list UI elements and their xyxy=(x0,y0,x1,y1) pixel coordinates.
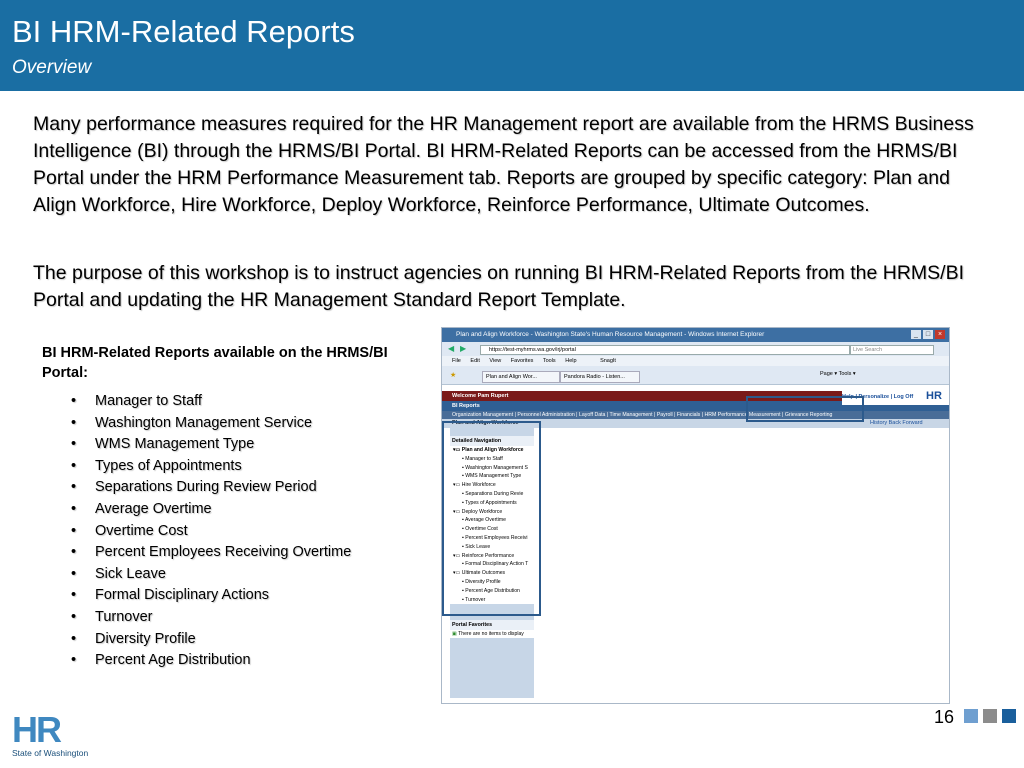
hr-logo-subtitle: State of Washington xyxy=(12,748,89,758)
slide-header: BI HRM-Related Reports Overview xyxy=(0,0,1024,91)
menu-tools[interactable]: Tools xyxy=(543,358,556,364)
hr-logo-footer: HR State of Washington xyxy=(10,712,92,760)
page-tools-menu[interactable]: Page ▾ Tools ▾ xyxy=(820,371,856,377)
close-icon[interactable]: × xyxy=(935,330,945,339)
search-input[interactable]: Live Search xyxy=(850,345,934,355)
browser-menu-bar: File Edit View Favorites Tools Help Snag… xyxy=(442,356,949,366)
list-item: • Sick Leave xyxy=(71,565,166,582)
menu-file[interactable]: File xyxy=(452,358,461,364)
snagit-button[interactable]: SnagIt xyxy=(600,358,616,364)
page-number: 16 xyxy=(934,707,955,727)
report-list-title: BI HRM-Related Reports available on the … xyxy=(42,345,388,381)
list-item: • Overtime Cost xyxy=(71,522,188,539)
list-item: • Percent Age Distribution xyxy=(71,652,251,669)
portal-main-area xyxy=(536,428,946,698)
tab-pandora[interactable]: Pandora Radio - Listen... xyxy=(560,371,640,383)
portal-nav[interactable]: Organization Management | Personnel Admi… xyxy=(442,411,949,419)
report-list: • Manager to Staff • Washington Management… xyxy=(71,391,351,672)
decor-square-dark xyxy=(1002,709,1016,723)
tab-highlight-box xyxy=(746,396,864,422)
decor-square-gray xyxy=(983,709,997,723)
slide-title: BI HRM-Related Reports xyxy=(12,14,355,49)
hr-logo: HR xyxy=(926,390,942,402)
list-item: • Average Overtime xyxy=(71,500,212,517)
welcome-text: Welcome Pam Rupert xyxy=(452,393,509,399)
list-item: • Washington Management Service xyxy=(71,414,313,431)
hr-logo-text: HR xyxy=(12,709,62,750)
favorites-star-icon[interactable]: ★ xyxy=(450,371,456,379)
slide-subtitle: Overview xyxy=(12,57,92,78)
list-item: • Types of Appointments xyxy=(71,457,242,474)
welcome-bar: Welcome Pam Rupert Help | Personalize | … xyxy=(442,390,949,405)
browser-title-bar: Plan and Align Workforce - Washington St… xyxy=(442,328,949,342)
decor-square-light xyxy=(964,709,978,723)
list-item: • WMS Management Type xyxy=(71,436,255,453)
address-bar-row: ◀ ▶ https://test-myhrms.wa.gov/irj/porta… xyxy=(442,342,949,356)
list-item: • Diversity Profile xyxy=(71,630,196,647)
menu-view[interactable]: View xyxy=(489,358,501,364)
history-controls[interactable]: History Back Forward xyxy=(870,419,923,428)
list-item: • Manager to Staff xyxy=(71,393,202,409)
list-item: • Turnover xyxy=(71,608,153,625)
maximize-icon[interactable]: □ xyxy=(923,330,933,339)
browser-window-title: Plan and Align Workforce - Washington St… xyxy=(456,331,765,338)
back-icon[interactable]: ◀ xyxy=(448,344,454,353)
list-item: • Formal Disciplinary Actions xyxy=(71,587,270,604)
url-input[interactable]: https://test-myhrms.wa.gov/irj/portal xyxy=(480,345,850,355)
browser-tab-bar: ★ Plan and Align Wor... Pandora Radio - … xyxy=(442,366,949,385)
forward-icon[interactable]: ▶ xyxy=(460,344,466,353)
tab-plan-align[interactable]: Plan and Align Wor... xyxy=(482,371,560,383)
list-item: • Separations During Review Period xyxy=(71,479,317,496)
intro-paragraph: Many performance measures required for t… xyxy=(33,113,974,216)
minimize-icon[interactable]: _ xyxy=(911,330,921,339)
list-item: • Percent Employees Receiving Overtime xyxy=(71,544,352,561)
portal-favorites-header: Portal Favorites xyxy=(450,620,534,631)
menu-edit[interactable]: Edit xyxy=(470,358,479,364)
purpose-paragraph: The purpose of this workshop is to instr… xyxy=(33,262,964,311)
menu-help[interactable]: Help xyxy=(565,358,576,364)
menu-favorites[interactable]: Favorites xyxy=(511,358,534,364)
navigation-highlight-box xyxy=(442,421,541,616)
favorites-empty-message: ▣ There are no items to display xyxy=(450,630,534,639)
